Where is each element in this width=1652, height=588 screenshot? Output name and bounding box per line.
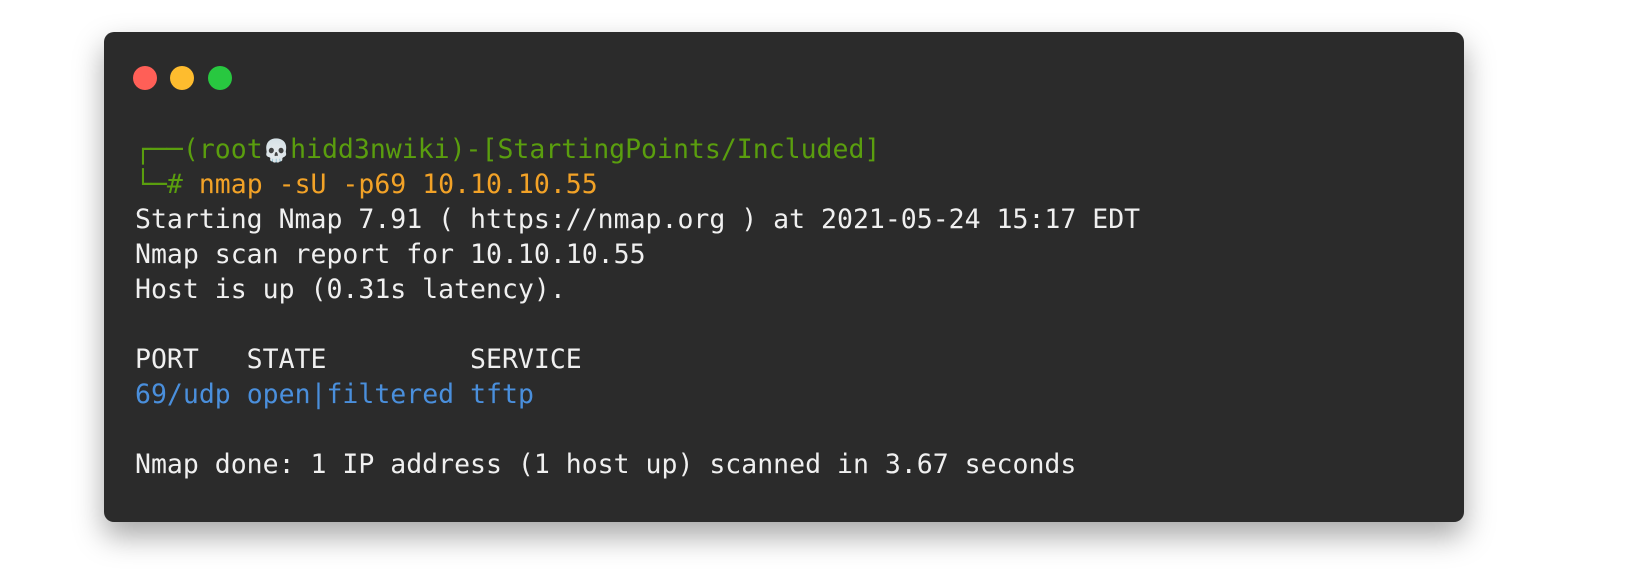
service-cell: tftp bbox=[470, 379, 534, 410]
state-cell: open|filtered bbox=[246, 379, 455, 410]
table-header: PORT STATE SERVICE bbox=[135, 344, 582, 375]
maximize-button[interactable] bbox=[208, 66, 232, 90]
box-top: ┌── bbox=[135, 134, 183, 165]
terminal-output[interactable]: ┌──(root💀hidd3nwiki)-[StartingPoints/Inc… bbox=[135, 132, 1140, 482]
prompt-host: hidd3nwiki)-[StartingPoints/Included] bbox=[290, 134, 881, 165]
prompt-user: (root bbox=[182, 134, 263, 165]
output-done: Nmap done: 1 IP address (1 host up) scan… bbox=[135, 449, 1077, 480]
table-row: 69/udp open|filtered tftp bbox=[135, 377, 1140, 412]
skull-icon: 💀 bbox=[262, 139, 291, 164]
box-bottom: └─ bbox=[135, 169, 167, 200]
command-text: nmap -sU -p69 10.10.10.55 bbox=[198, 169, 598, 200]
output-start: Starting Nmap 7.91 ( https://nmap.org ) … bbox=[135, 204, 1141, 235]
output-report: Nmap scan report for 10.10.10.55 bbox=[135, 239, 646, 270]
command-line: └─# nmap -sU -p69 10.10.10.55 bbox=[135, 167, 1140, 202]
prompt-line: ┌──(root💀hidd3nwiki)-[StartingPoints/Inc… bbox=[135, 132, 1140, 167]
port-cell: 69/udp bbox=[135, 379, 231, 410]
close-button[interactable] bbox=[133, 66, 157, 90]
minimize-button[interactable] bbox=[170, 66, 194, 90]
output-host-up: Host is up (0.31s latency). bbox=[135, 274, 566, 305]
terminal-window: ┌──(root💀hidd3nwiki)-[StartingPoints/Inc… bbox=[104, 32, 1464, 522]
prompt-symbol: # bbox=[166, 169, 199, 200]
